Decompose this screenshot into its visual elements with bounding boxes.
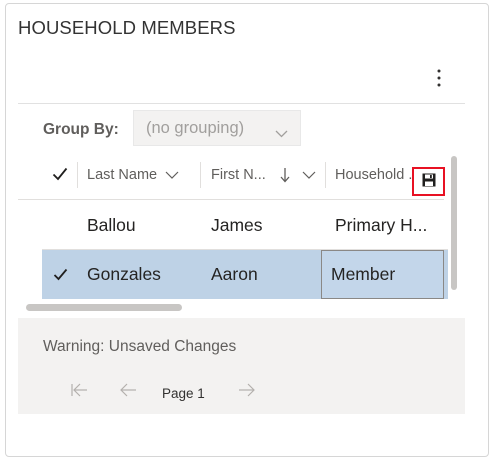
- column-separator: [325, 162, 326, 188]
- previous-page-button[interactable]: [117, 380, 139, 402]
- vertical-scrollbar[interactable]: [451, 156, 457, 290]
- unsaved-changes-warning: Warning: Unsaved Changes: [43, 338, 237, 355]
- more-vertical-icon: [437, 69, 441, 87]
- header-divider: [18, 103, 465, 104]
- card-title: HOUSEHOLD MEMBERS: [18, 17, 236, 38]
- grid-header: Last Name First N... Household ...: [42, 152, 444, 198]
- first-page-button[interactable]: [68, 380, 90, 402]
- column-header-label: Household ...: [335, 167, 421, 183]
- cell-household: Primary H...: [335, 214, 428, 235]
- column-header-last-name[interactable]: Last Name: [87, 162, 179, 188]
- cell-last-name: Ballou: [87, 214, 136, 235]
- chevron-down-icon: [275, 123, 288, 142]
- chevron-down-icon: [302, 171, 316, 179]
- grid-footer: Warning: Unsaved Changes Page 1: [18, 318, 465, 414]
- table-row[interactable]: Ballou James Primary H...: [42, 201, 448, 249]
- save-button[interactable]: [412, 167, 445, 196]
- column-header-first-name[interactable]: First N...: [211, 162, 316, 188]
- column-header-household[interactable]: Household ...: [335, 162, 420, 188]
- arrow-left-icon: [119, 382, 137, 401]
- next-page-button[interactable]: [236, 380, 258, 402]
- table-row-selected[interactable]: Gonzales Aaron Member: [42, 250, 448, 299]
- group-by-dropdown[interactable]: (no grouping): [133, 110, 301, 146]
- page-indicator: Page 1: [162, 386, 205, 401]
- cell-last-name: Gonzales: [87, 264, 161, 284]
- group-by-label: Group By:: [43, 121, 119, 138]
- first-page-icon: [70, 382, 88, 401]
- column-header-label: First N...: [211, 167, 266, 183]
- more-options-button[interactable]: [430, 66, 448, 90]
- cell-first-name: James: [211, 214, 263, 235]
- arrow-right-icon: [238, 382, 256, 401]
- select-all-checkmark-icon[interactable]: [52, 166, 68, 185]
- cell-first-name: Aaron: [211, 264, 258, 284]
- column-separator: [77, 162, 78, 188]
- save-icon: [422, 172, 436, 191]
- chevron-down-icon: [165, 171, 179, 179]
- row-selected-checkmark-icon[interactable]: [53, 266, 68, 285]
- household-role-edit-cell[interactable]: Member: [321, 250, 444, 299]
- horizontal-scrollbar[interactable]: [26, 304, 182, 311]
- group-by-selected-value: (no grouping): [146, 118, 245, 137]
- sort-descending-arrow-icon: [280, 167, 290, 183]
- column-header-label: Last Name: [87, 167, 158, 183]
- header-row-divider: [18, 199, 444, 200]
- column-separator: [200, 162, 201, 188]
